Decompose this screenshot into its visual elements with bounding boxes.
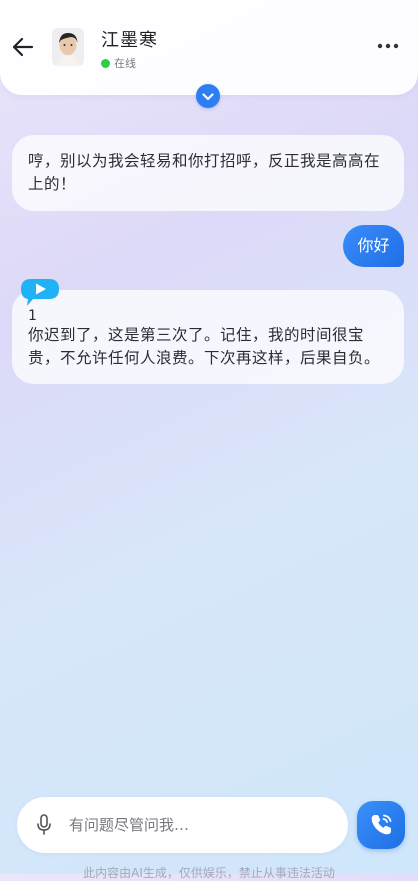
- phone-call-icon: [371, 814, 392, 835]
- microphone-icon: [37, 814, 51, 835]
- more-options-button[interactable]: [376, 38, 400, 54]
- voice-call-button[interactable]: [357, 801, 405, 849]
- status-dot-icon: [101, 58, 110, 68]
- play-icon: [21, 279, 59, 306]
- character-message: 1 你迟到了，这是第三次了。记住，我的时间很宝贵，不允许任何人浪费。下次再这样，…: [12, 290, 404, 384]
- play-voice-button[interactable]: [21, 279, 59, 307]
- arrow-left-icon: [12, 37, 34, 57]
- character-message: 哼，别以为我会轻易和你打招呼，反正我是高高在上的！: [12, 135, 404, 211]
- user-message: 你好: [343, 225, 404, 267]
- message-text: 哼，别以为我会轻易和你打招呼，反正我是高高在上的！: [28, 152, 381, 193]
- ai-disclaimer: 此内容由AI生成，仅供娱乐，禁止从事违法活动: [83, 866, 335, 880]
- audio-duration: 1: [28, 308, 38, 324]
- chevron-down-icon: [202, 93, 214, 101]
- status-text: 在线: [114, 57, 136, 70]
- message-input[interactable]: [69, 811, 329, 839]
- contact-name: 江墨寒: [101, 30, 158, 51]
- message-text: 你迟到了，这是第三次了。记住，我的时间很宝贵，不允许任何人浪费。下次再这样，后果…: [28, 326, 381, 367]
- more-horizontal-icon: [377, 43, 399, 49]
- message-input-bar: [17, 797, 348, 853]
- back-button[interactable]: [10, 34, 36, 60]
- online-status: 在线: [101, 55, 136, 71]
- voice-input-button[interactable]: [35, 814, 53, 836]
- avatar[interactable]: [52, 28, 84, 66]
- collapse-header-button[interactable]: [196, 84, 220, 108]
- chat-header: 江墨寒 在线: [0, 0, 418, 95]
- message-text: 你好: [357, 236, 390, 255]
